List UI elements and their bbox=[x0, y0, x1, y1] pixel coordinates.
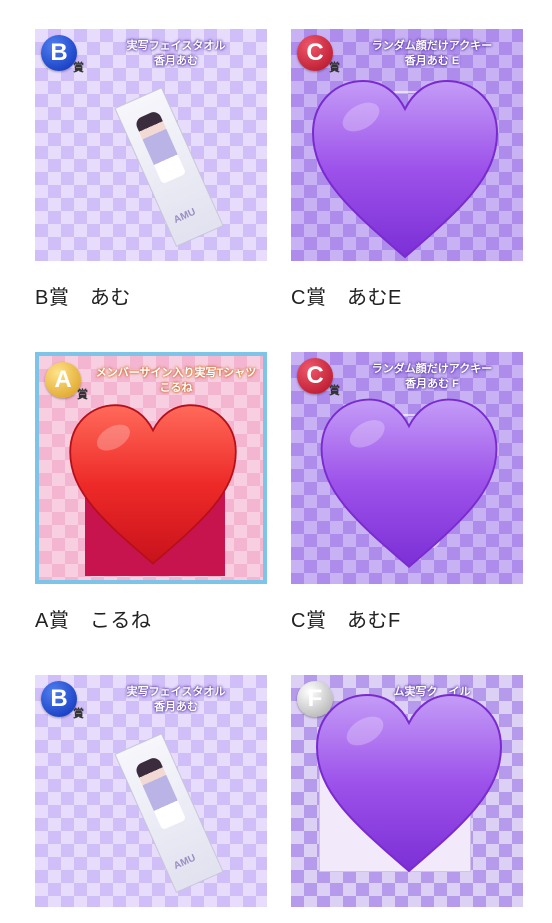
prize-label[interactable]: C賞 あむF bbox=[291, 604, 523, 632]
prize-card-b-amu-2[interactable]: B 賞 実写フェイスタオル 香月あむ AMU bbox=[35, 675, 267, 907]
product-title-line2: 香月あむ bbox=[154, 55, 198, 67]
red-heart-icon bbox=[69, 404, 237, 565]
prize-badge: C bbox=[297, 35, 333, 71]
towel-logo: AMU bbox=[172, 206, 198, 226]
prize-badge-suffix: 賞 bbox=[73, 62, 84, 74]
purple-heart-icon bbox=[311, 79, 499, 259]
prize-card-c-amu-f[interactable]: C 賞 ランダム顔だけアクキー 香月あむ F C賞 あむF bbox=[291, 352, 523, 632]
face-towel-image: AMU bbox=[114, 732, 224, 894]
prize-badge-suffix: 賞 bbox=[73, 708, 84, 720]
towel-logo: AMU bbox=[172, 852, 198, 872]
purple-heart-icon bbox=[315, 693, 503, 873]
product-title: 実写フェイスタオル 香月あむ bbox=[91, 39, 261, 69]
prize-badge: B bbox=[41, 35, 77, 71]
prize-card-b-amu[interactable]: B 賞 実写フェイスタオル 香月あむ AMU B賞 あむ bbox=[35, 29, 267, 309]
prize-label[interactable]: C賞 あむE bbox=[291, 281, 523, 309]
prize-label[interactable]: B賞 あむ bbox=[35, 281, 267, 309]
prize-card-a-korune[interactable]: A 賞 メンバーサイン入り実写Tシャツ こるね A賞 こるね bbox=[35, 352, 267, 632]
product-title-line2: 香月あむ F bbox=[405, 378, 459, 390]
prize-label[interactable]: A賞 こるね bbox=[35, 604, 267, 632]
product-title: ランダム顔だけアクキー 香月あむ E bbox=[347, 39, 517, 69]
prize-badge: C bbox=[297, 358, 333, 394]
prize-badge: B bbox=[41, 681, 77, 717]
member-photo bbox=[133, 755, 187, 831]
product-title-line1: ランダム顔だけアクキー bbox=[371, 363, 493, 375]
product-title-line1: メンバーサイン入り実写Tシャツ bbox=[95, 367, 257, 379]
product-title-line1: ランダム顔だけアクキー bbox=[371, 40, 493, 52]
prize-thumbnail[interactable]: B 賞 実写フェイスタオル 香月あむ AMU bbox=[35, 675, 267, 907]
face-towel-image: AMU bbox=[114, 86, 224, 248]
product-title-line1: 実写フェイスタオル bbox=[126, 686, 226, 698]
prize-thumbnail-selected[interactable]: A 賞 メンバーサイン入り実写Tシャツ こるね bbox=[35, 352, 267, 584]
product-title: 実写フェイスタオル 香月あむ bbox=[91, 685, 261, 715]
prize-card-c-amu-e[interactable]: C 賞 ランダム顔だけアクキー 香月あむ E C賞 あむE bbox=[291, 29, 523, 309]
product-title-line2: 香月あむ bbox=[154, 701, 198, 713]
product-title-line2: 香月あむ E bbox=[404, 55, 460, 67]
product-title-line2: こるね bbox=[159, 382, 193, 394]
purple-heart-icon bbox=[320, 398, 498, 569]
member-photo bbox=[133, 109, 187, 185]
prize-card-f[interactable]: F ム実写ク イル bbox=[291, 675, 523, 907]
product-title: ランダム顔だけアクキー 香月あむ F bbox=[347, 362, 517, 392]
prize-thumbnail[interactable]: B 賞 実写フェイスタオル 香月あむ AMU bbox=[35, 29, 267, 261]
prize-thumbnail[interactable]: F ム実写ク イル bbox=[291, 675, 523, 907]
product-title: メンバーサイン入り実写Tシャツ こるね bbox=[95, 366, 257, 396]
prize-thumbnail[interactable]: C 賞 ランダム顔だけアクキー 香月あむ E bbox=[291, 29, 523, 261]
prize-thumbnail[interactable]: C 賞 ランダム顔だけアクキー 香月あむ F bbox=[291, 352, 523, 584]
product-title-line1: 実写フェイスタオル bbox=[126, 40, 226, 52]
prize-badge: A bbox=[45, 362, 81, 398]
